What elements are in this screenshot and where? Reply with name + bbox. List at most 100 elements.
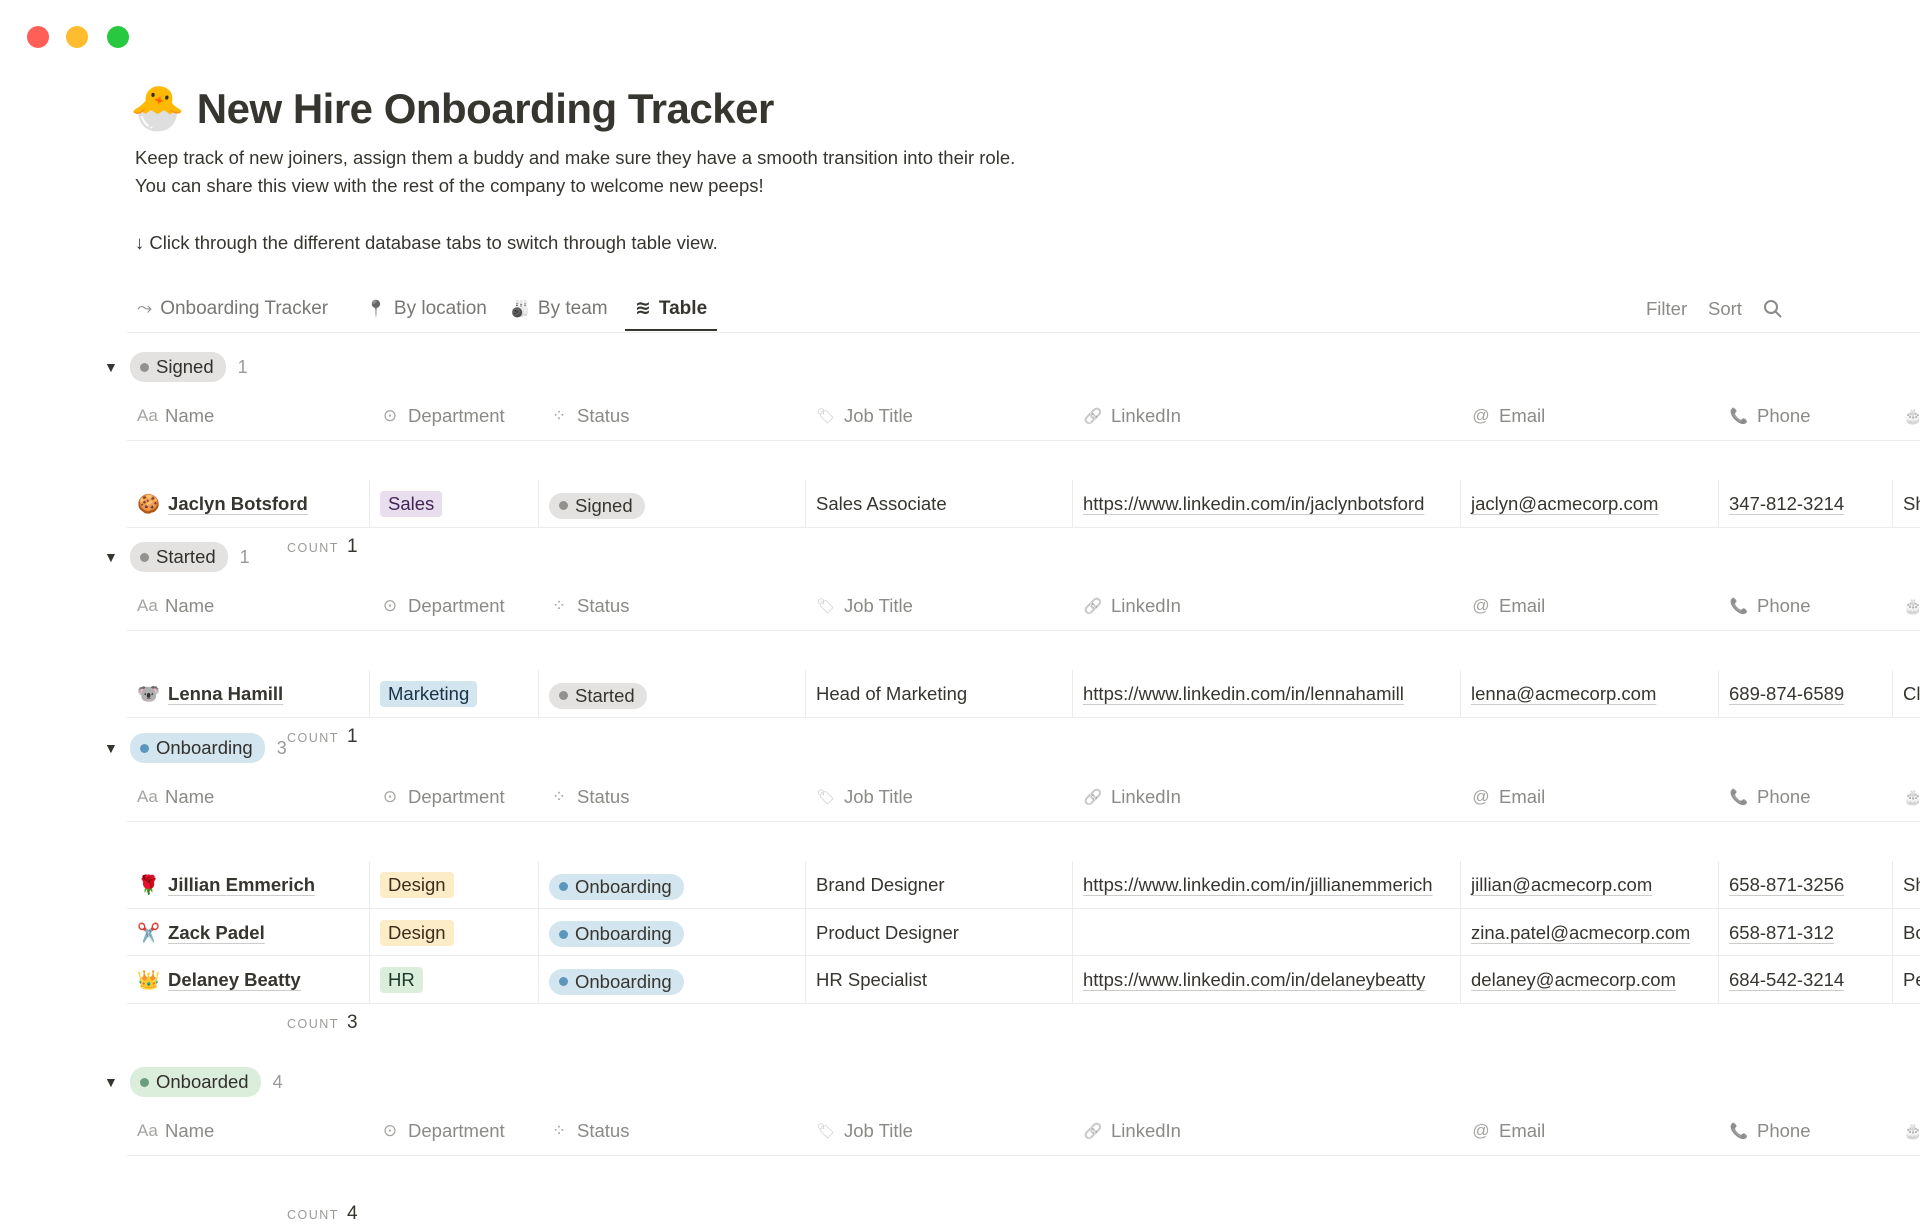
birthday-cell[interactable]: Sh bbox=[1893, 480, 1920, 527]
column-header-department[interactable]: ⊙ Department bbox=[370, 773, 539, 821]
linkedin-cell[interactable]: https://www.linkedin.com/in/jaclynbotsfo… bbox=[1073, 480, 1461, 527]
linkedin-link[interactable]: https://www.linkedin.com/in/delaneybeatt… bbox=[1083, 969, 1425, 990]
linkedin-cell[interactable]: https://www.linkedin.com/in/delaneybeatt… bbox=[1073, 956, 1461, 1003]
status-cell[interactable]: Signed bbox=[539, 480, 806, 527]
column-header-linkedin[interactable]: 🔗 LinkedIn bbox=[1073, 773, 1461, 821]
table-row[interactable]: 🍪 Jaclyn Botsford Sales Signed Sales Associa… bbox=[127, 480, 1920, 528]
phone-link[interactable]: 347-812-3214 bbox=[1729, 493, 1844, 514]
column-header-name[interactable]: Aa Name bbox=[127, 582, 370, 630]
collapse-toggle-icon[interactable]: ▼ bbox=[104, 1074, 118, 1090]
linkedin-cell[interactable]: https://www.linkedin.com/in/lennahamill bbox=[1073, 670, 1461, 717]
column-header-email[interactable]: @ Email bbox=[1461, 582, 1719, 630]
name-cell[interactable]: 🐨 Lenna Hamill bbox=[127, 670, 370, 717]
column-header-email[interactable]: @ Email bbox=[1461, 392, 1719, 440]
search-button[interactable] bbox=[1763, 288, 1783, 330]
phone-cell[interactable]: 347-812-3214 bbox=[1719, 480, 1893, 527]
person-name[interactable]: Jillian Emmerich bbox=[168, 871, 315, 898]
column-header-department[interactable]: ⊙ Department bbox=[370, 1107, 539, 1155]
column-header-linkedin[interactable]: 🔗 LinkedIn bbox=[1073, 582, 1461, 630]
department-cell[interactable]: Design bbox=[370, 861, 539, 908]
birthday-cell[interactable]: Bo De bbox=[1893, 909, 1920, 956]
linkedin-cell[interactable] bbox=[1073, 908, 1461, 955]
table-row[interactable]: 🐨 Lenna Hamill Marketing Started Head of Mar… bbox=[127, 670, 1920, 718]
column-header-email[interactable]: @ Email bbox=[1461, 773, 1719, 821]
column-header-job-title[interactable]: 🏷 Job Title bbox=[806, 1107, 1073, 1155]
phone-link[interactable]: 658-871-3256 bbox=[1729, 874, 1844, 895]
phone-link[interactable]: 658-871-312 bbox=[1729, 922, 1834, 943]
column-header-department[interactable]: ⊙ Department bbox=[370, 582, 539, 630]
tab-onboarding-tracker[interactable]: ⤳ Onboarding Tracker bbox=[137, 288, 328, 330]
column-header-linkedin[interactable]: 🔗 LinkedIn bbox=[1073, 392, 1461, 440]
person-name[interactable]: Lenna Hamill bbox=[168, 680, 283, 707]
birthday-cell[interactable]: Sh bbox=[1893, 861, 1920, 908]
table-row[interactable]: ✂️ Zack Padel Design Onboarding Product Desi… bbox=[127, 908, 1920, 956]
collapse-toggle-icon[interactable]: ▼ bbox=[104, 359, 118, 375]
email-cell[interactable]: jaclyn@acmecorp.com bbox=[1461, 480, 1719, 527]
name-cell[interactable]: ✂️ Zack Padel bbox=[127, 908, 370, 955]
column-header-department[interactable]: ⊙ Department bbox=[370, 392, 539, 440]
phone-link[interactable]: 689-874-6589 bbox=[1729, 683, 1844, 704]
page-icon[interactable]: 🐣 bbox=[130, 84, 185, 134]
collapse-toggle-icon[interactable]: ▼ bbox=[104, 740, 118, 756]
birthday-cell[interactable]: Pe bbox=[1893, 956, 1920, 1003]
job-title-cell[interactable]: HR Specialist bbox=[806, 956, 1073, 1003]
birthday-cell[interactable]: Cl bbox=[1893, 670, 1920, 717]
department-cell[interactable]: Design bbox=[370, 908, 539, 955]
email-link[interactable]: lenna@acmecorp.com bbox=[1471, 683, 1656, 704]
phone-cell[interactable]: 684-542-3214 bbox=[1719, 956, 1893, 1003]
job-title-cell[interactable]: Brand Designer bbox=[806, 861, 1073, 908]
email-cell[interactable]: delaney@acmecorp.com bbox=[1461, 956, 1719, 1003]
status-cell[interactable]: Started bbox=[539, 670, 806, 717]
column-header-job-title[interactable]: 🏷 Job Title bbox=[806, 582, 1073, 630]
phone-cell[interactable]: 658-871-3256 bbox=[1719, 861, 1893, 908]
email-cell[interactable]: zina.patel@acmecorp.com bbox=[1461, 908, 1719, 955]
column-header-email[interactable]: @ Email bbox=[1461, 1107, 1719, 1155]
sort-button[interactable]: Sort bbox=[1708, 288, 1742, 330]
window-minimize-button[interactable] bbox=[66, 26, 88, 48]
column-header-status[interactable]: ⁘ Status bbox=[539, 392, 806, 440]
phone-cell[interactable]: 658-871-312 bbox=[1719, 908, 1893, 955]
table-row[interactable]: 👑 Delaney Beatty HR Onboarding HR Specialist… bbox=[127, 956, 1920, 1004]
column-header-birthday[interactable]: 🎂 bbox=[1893, 582, 1920, 630]
email-link[interactable]: jillian@acmecorp.com bbox=[1471, 874, 1652, 895]
column-header-phone[interactable]: 📞 Phone bbox=[1719, 1107, 1893, 1155]
column-header-status[interactable]: ⁘ Status bbox=[539, 582, 806, 630]
email-link[interactable]: jaclyn@acmecorp.com bbox=[1471, 493, 1658, 514]
person-name[interactable]: Zack Padel bbox=[168, 919, 265, 946]
email-cell[interactable]: jillian@acmecorp.com bbox=[1461, 861, 1719, 908]
column-header-name[interactable]: Aa Name bbox=[127, 392, 370, 440]
department-cell[interactable]: Sales bbox=[370, 480, 539, 527]
phone-link[interactable]: 684-542-3214 bbox=[1729, 969, 1844, 990]
column-header-name[interactable]: Aa Name bbox=[127, 773, 370, 821]
department-cell[interactable]: HR bbox=[370, 956, 539, 1003]
name-cell[interactable]: 🌹 Jillian Emmerich bbox=[127, 861, 370, 908]
column-header-linkedin[interactable]: 🔗 LinkedIn bbox=[1073, 1107, 1461, 1155]
filter-button[interactable]: Filter bbox=[1646, 288, 1687, 330]
linkedin-link[interactable]: https://www.linkedin.com/in/jaclynbotsfo… bbox=[1083, 493, 1424, 514]
person-name[interactable]: Delaney Beatty bbox=[168, 966, 301, 993]
window-close-button[interactable] bbox=[27, 26, 49, 48]
table-row[interactable]: 🌹 Jillian Emmerich Design Onboarding Brand D… bbox=[127, 861, 1920, 909]
department-cell[interactable]: Marketing bbox=[370, 670, 539, 717]
linkedin-link[interactable]: https://www.linkedin.com/in/lennahamill bbox=[1083, 683, 1404, 704]
column-header-phone[interactable]: 📞 Phone bbox=[1719, 392, 1893, 440]
column-header-birthday[interactable]: 🎂 bbox=[1893, 392, 1920, 440]
status-cell[interactable]: Onboarding bbox=[539, 908, 806, 955]
column-header-birthday[interactable]: 🎂 bbox=[1893, 773, 1920, 821]
email-link[interactable]: zina.patel@acmecorp.com bbox=[1471, 922, 1690, 943]
person-name[interactable]: Jaclyn Botsford bbox=[168, 490, 308, 517]
column-header-status[interactable]: ⁘ Status bbox=[539, 773, 806, 821]
name-cell[interactable]: 👑 Delaney Beatty bbox=[127, 956, 370, 1003]
tab-by-team[interactable]: 🎳 By team bbox=[510, 288, 608, 330]
column-header-birthday[interactable]: 🎂 bbox=[1893, 1107, 1920, 1155]
collapse-toggle-icon[interactable]: ▼ bbox=[104, 549, 118, 565]
window-zoom-button[interactable] bbox=[107, 26, 129, 48]
email-cell[interactable]: lenna@acmecorp.com bbox=[1461, 670, 1719, 717]
column-header-name[interactable]: Aa Name bbox=[127, 1107, 370, 1155]
column-header-phone[interactable]: 📞 Phone bbox=[1719, 773, 1893, 821]
tab-table[interactable]: ≋ Table bbox=[625, 288, 718, 331]
phone-cell[interactable]: 689-874-6589 bbox=[1719, 670, 1893, 717]
column-header-job-title[interactable]: 🏷 Job Title bbox=[806, 773, 1073, 821]
email-link[interactable]: delaney@acmecorp.com bbox=[1471, 969, 1676, 990]
status-cell[interactable]: Onboarding bbox=[539, 956, 806, 1003]
